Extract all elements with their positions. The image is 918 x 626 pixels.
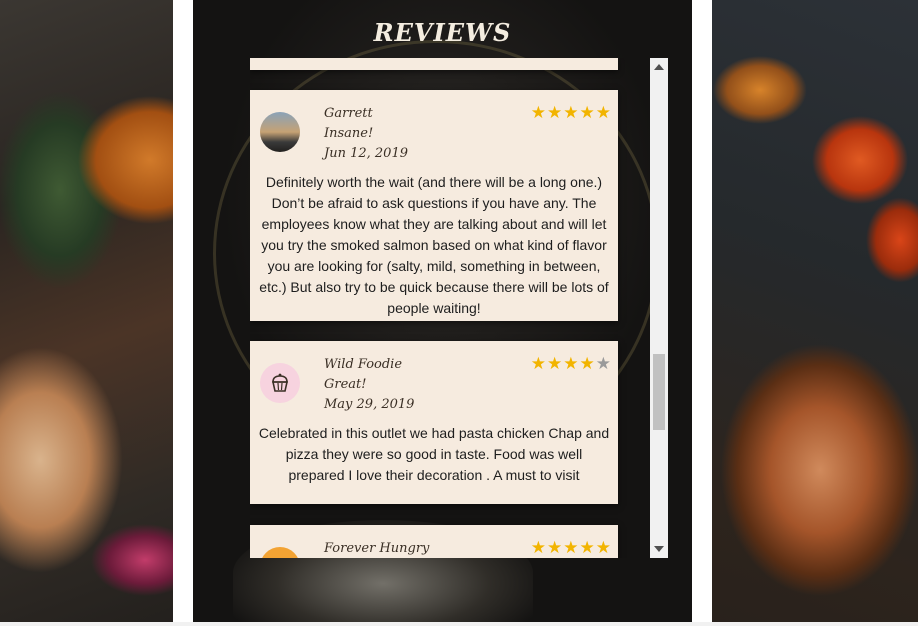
reviews-scroll-container[interactable]: Garrett Insane! Jun 12, 2019 ★★★★★ Defin…	[250, 58, 668, 558]
white-divider-right	[692, 0, 712, 626]
section-title: REVIEWS	[373, 18, 512, 47]
star-icon: ★	[579, 538, 596, 557]
background-photo-left	[0, 0, 173, 626]
star-icon: ★	[595, 538, 612, 557]
review-date: May 29, 2019	[324, 397, 415, 412]
review-text: Celebrated in this outlet we had pasta c…	[258, 425, 610, 483]
star-icon: ★	[530, 103, 547, 122]
review-card: Wild Foodie Great! May 29, 2019 ★★★★★ Ce…	[250, 341, 618, 504]
background-photo-right	[712, 0, 918, 626]
reviewer-avatar	[260, 547, 300, 558]
review-date: Jun 12, 2019	[324, 146, 408, 161]
scrollbar[interactable]	[650, 58, 668, 558]
star-icon: ★	[595, 103, 612, 122]
reviewer-name: Wild Foodie	[324, 357, 403, 372]
star-rating: ★★★★★	[531, 538, 612, 558]
reviewer-name: Garrett	[324, 106, 373, 121]
review-headline: Insane!	[324, 126, 374, 141]
star-icon: ★	[547, 538, 564, 557]
star-icon: ★	[547, 354, 564, 373]
page-bottom-border	[0, 622, 918, 626]
reviewer-name: Forever Hungry	[324, 541, 430, 556]
review-card-partial	[250, 58, 618, 70]
reviewer-avatar	[260, 112, 300, 152]
star-icon: ★	[563, 354, 580, 373]
star-icon: ★	[563, 538, 580, 557]
star-rating: ★★★★★	[531, 354, 612, 374]
cupcake-icon	[272, 373, 288, 392]
star-icon: ★	[579, 354, 596, 373]
review-text: Definitely worth the wait (and there wil…	[259, 174, 609, 316]
star-empty-icon: ★	[595, 354, 612, 373]
scrollbar-thumb[interactable]	[653, 354, 665, 430]
star-icon: ★	[530, 354, 547, 373]
star-icon: ★	[579, 103, 596, 122]
star-rating: ★★★★★	[531, 103, 612, 123]
star-icon: ★	[547, 103, 564, 122]
reviewer-avatar	[260, 363, 300, 403]
star-icon: ★	[563, 103, 580, 122]
review-card: Forever Hungry ★★★★★	[250, 525, 618, 558]
scroll-up-arrow-icon[interactable]	[654, 64, 664, 70]
white-divider-left	[173, 0, 193, 626]
review-card: Garrett Insane! Jun 12, 2019 ★★★★★ Defin…	[250, 90, 618, 321]
star-icon: ★	[530, 538, 547, 557]
review-headline: Great!	[324, 377, 367, 392]
scroll-down-arrow-icon[interactable]	[654, 546, 664, 552]
